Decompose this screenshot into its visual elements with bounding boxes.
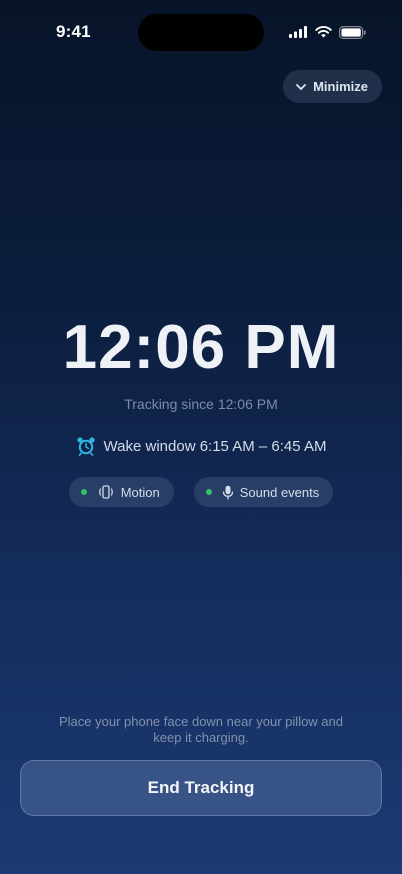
chevron-down-icon	[296, 83, 306, 90]
sensor-chip-sound: Sound events	[193, 477, 334, 507]
microphone-icon	[222, 485, 233, 500]
sensor-chips: Motion Sound events	[0, 477, 402, 507]
sensor-label: Sound events	[239, 484, 320, 500]
dynamic-island	[138, 14, 264, 51]
status-dot	[80, 489, 87, 495]
status-icons	[289, 24, 366, 40]
status-dot	[205, 489, 212, 495]
sensor-chip-motion: Motion	[68, 477, 174, 507]
alarm-clock-icon	[76, 437, 95, 456]
status-bar: 9:41	[0, 0, 402, 60]
placement-hint: Place your phone face down near your pil…	[58, 714, 343, 745]
wake-window-text: Wake window 6:15 AM – 6:45 AM	[103, 437, 327, 455]
current-time-display: 12:06 PM	[62, 313, 340, 382]
wake-window: Wake window 6:15 AM – 6:45 AM	[0, 436, 402, 456]
minimize-button[interactable]: Minimize	[283, 70, 382, 103]
tracking-since-text: Tracking since 12:06 PM	[124, 396, 278, 412]
phone-vibrate-icon	[98, 485, 113, 499]
sensor-label: Motion	[120, 484, 160, 500]
cellular-signal-icon	[289, 26, 307, 38]
minimize-label: Minimize	[313, 79, 368, 94]
battery-icon	[339, 25, 366, 39]
status-time: 9:41	[56, 22, 91, 41]
end-tracking-button[interactable]: End Tracking	[20, 760, 382, 816]
wifi-icon	[315, 26, 332, 38]
